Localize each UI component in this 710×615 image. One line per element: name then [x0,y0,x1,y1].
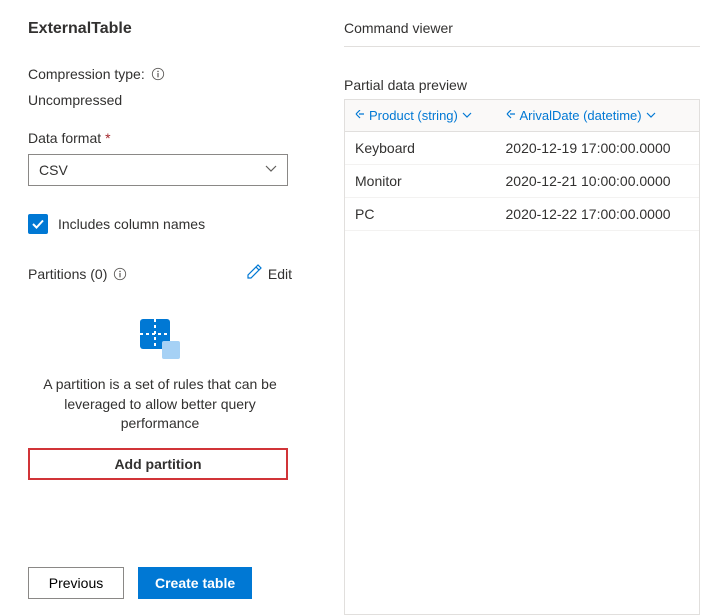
data-preview-table: Product (string) Ariva [344,99,700,615]
cell-arrival: 2020-12-22 17:00:00.0000 [496,198,700,231]
table-row[interactable]: Keyboard 2020-12-19 17:00:00.0000 [345,132,699,165]
partition-description: A partition is a set of rules that can b… [28,375,292,434]
sort-icon [355,108,365,123]
cell-product: Keyboard [345,132,496,165]
add-partition-button[interactable]: Add partition [28,448,288,480]
required-asterisk: * [105,130,110,146]
table-row[interactable]: PC 2020-12-22 17:00:00.0000 [345,198,699,231]
previous-button[interactable]: Previous [28,567,124,599]
includes-column-names-label: Includes column names [58,216,205,232]
column-header-label: ArivalDate (datetime) [520,108,642,123]
edit-button[interactable]: Edit [246,264,292,283]
partitions-label: Partitions (0) [28,266,127,282]
cell-product: PC [345,198,496,231]
column-header-product[interactable]: Product (string) [355,108,472,123]
info-icon[interactable] [151,67,165,81]
sort-icon [506,108,516,123]
add-partition-label: Add partition [114,456,201,472]
create-table-button[interactable]: Create table [138,567,252,599]
table-row[interactable]: Monitor 2020-12-21 10:00:00.0000 [345,165,699,198]
partial-data-preview-label: Partial data preview [344,77,700,93]
edit-label: Edit [268,266,292,282]
partition-illustration-icon [136,315,184,363]
compression-type-label: Compression type: [28,66,292,82]
cell-arrival: 2020-12-19 17:00:00.0000 [496,132,700,165]
column-header-arrivaldate[interactable]: ArivalDate (datetime) [506,108,656,123]
chevron-down-icon [265,162,277,178]
partitions-text: Partitions (0) [28,266,107,282]
includes-column-names-checkbox[interactable] [28,214,48,234]
page-title: ExternalTable [28,20,292,38]
cell-arrival: 2020-12-21 10:00:00.0000 [496,165,700,198]
data-format-label: Data format * [28,130,292,146]
info-icon[interactable] [113,267,127,281]
command-viewer-toggle[interactable]: Command viewer [344,20,700,47]
data-format-text: Data format [28,130,101,146]
chevron-down-icon [646,108,656,123]
chevron-down-icon [462,108,472,123]
compression-value: Uncompressed [28,92,292,108]
column-header-label: Product (string) [369,108,458,123]
compression-type-text: Compression type: [28,66,145,82]
pencil-icon [246,264,262,283]
data-format-value: CSV [39,162,68,178]
data-format-select[interactable]: CSV [28,154,288,186]
cell-product: Monitor [345,165,496,198]
